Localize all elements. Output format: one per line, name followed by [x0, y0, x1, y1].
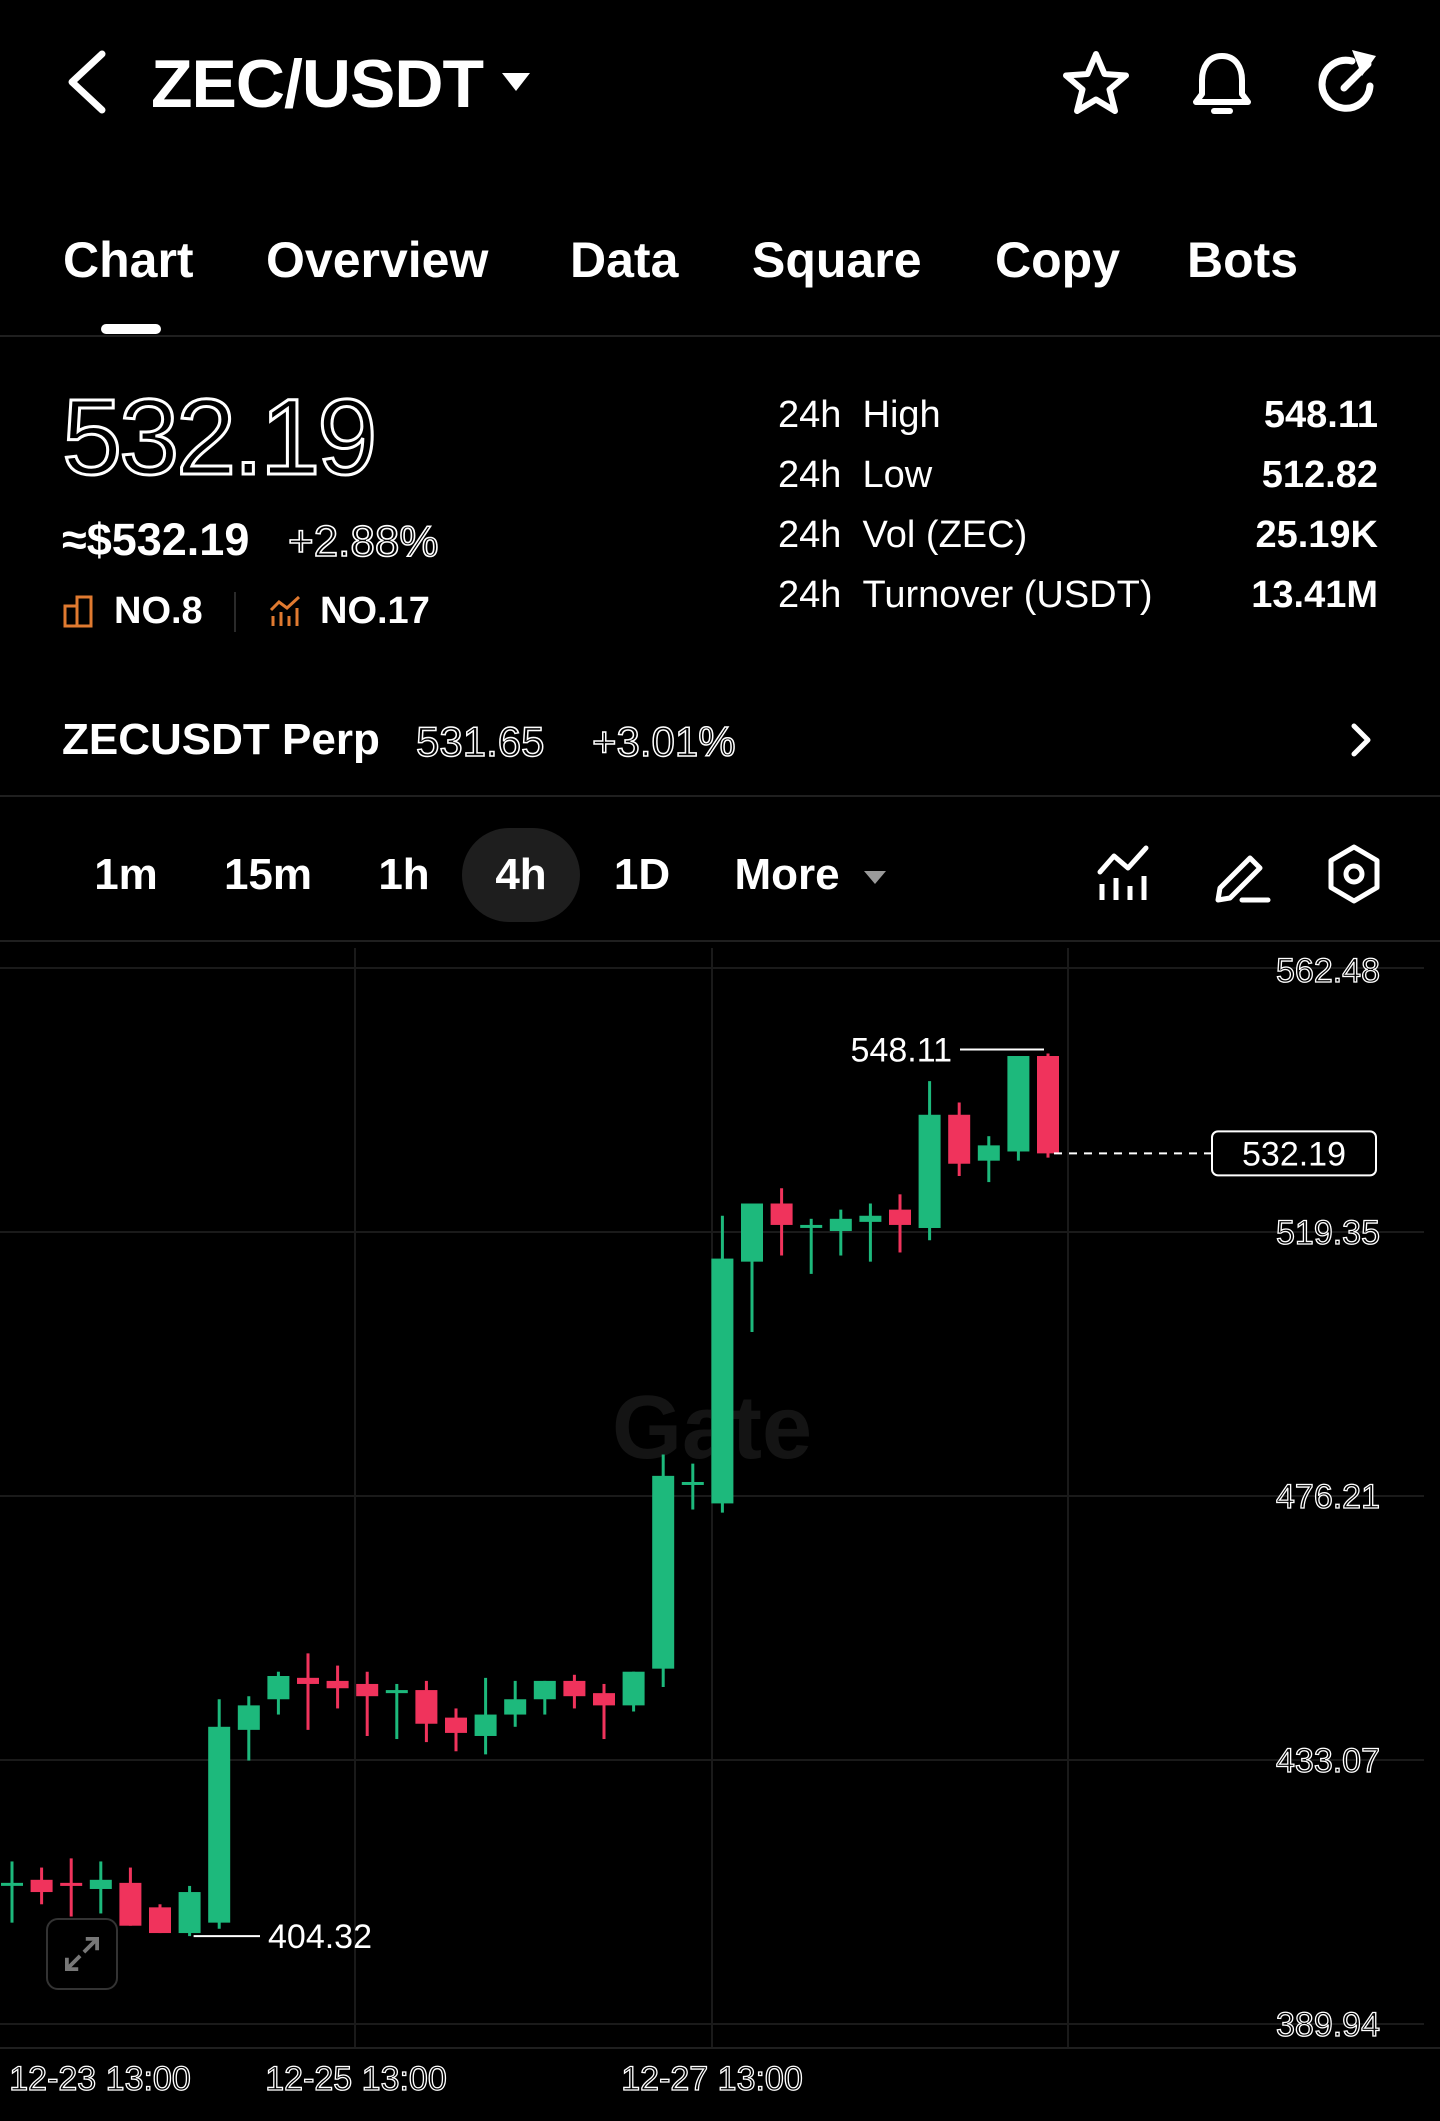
expand-icon[interactable] [46, 1918, 118, 1990]
stat-turnover-value: 13.41M [1251, 574, 1378, 616]
y-axis-tick-label: 562.48 [1276, 952, 1380, 990]
back-icon[interactable] [58, 46, 118, 118]
stat-volume-label: 24h Vol (ZEC) [778, 514, 1028, 556]
rank-divider [234, 592, 236, 632]
interval-1d[interactable]: 1D [592, 828, 692, 922]
y-axis-tick-label: 433.07 [1276, 1742, 1380, 1780]
candle-body [385, 1690, 408, 1694]
bell-icon[interactable] [1186, 48, 1258, 120]
interval-1m[interactable]: 1m [72, 828, 180, 922]
candle-body [977, 1145, 1000, 1161]
candle-body [622, 1671, 645, 1706]
perp-link-row[interactable]: ZECUSDT Perp 531.65 +3.01% [0, 690, 1440, 797]
chevron-down-icon[interactable] [862, 868, 888, 886]
candlestick-chart[interactable]: Gate548.11404.32532.19562.48519.35476.21… [0, 948, 1440, 2121]
candle-body [237, 1705, 260, 1730]
candle-body [1, 1882, 23, 1886]
interval-1h[interactable]: 1h [356, 828, 452, 922]
candle-body [297, 1677, 319, 1684]
interval-15m[interactable]: 15m [206, 828, 330, 922]
stat-high-value: 548.11 [1263, 394, 1378, 436]
draw-pencil-icon[interactable] [1210, 842, 1274, 906]
x-axis-tick-label: 12-27 13:00 [621, 2060, 803, 2098]
share-icon[interactable] [1312, 48, 1384, 120]
last-price-label: 532.19 [1242, 1135, 1346, 1173]
candle-body [800, 1224, 823, 1228]
high-marker-label: 548.11 [851, 1032, 952, 1070]
candle-body [948, 1114, 971, 1164]
low-marker-label: 404.32 [268, 1918, 372, 1956]
price-change-percent: +2.88% [287, 516, 439, 567]
star-icon[interactable] [1060, 48, 1132, 120]
stat-low-label: 24h Low [778, 454, 933, 496]
y-axis-tick-label: 519.35 [1276, 1214, 1380, 1252]
perp-name: ZECUSDT Perp [62, 715, 380, 764]
pair-title[interactable]: ZEC/USDT [151, 40, 484, 128]
candle-body [563, 1680, 586, 1697]
interval-4h[interactable]: 4h [462, 828, 580, 922]
candle-body [178, 1892, 201, 1934]
stat-volume-value: 25.19K [1255, 514, 1378, 556]
candle-body [267, 1675, 290, 1700]
usd-price: ≈$532.19 [62, 514, 250, 565]
stat-low-value: 512.82 [1261, 454, 1378, 496]
candle-body [533, 1680, 556, 1700]
top-bar: ZEC/USDT [0, 0, 1440, 170]
candle-body [445, 1717, 467, 1733]
stat-turnover-label: 24h Turnover (USDT) [778, 574, 1153, 616]
perp-change: +3.01% [591, 717, 736, 766]
candle-body [711, 1258, 734, 1504]
candle-body [119, 1882, 142, 1926]
tab-data[interactable]: Data [570, 220, 678, 300]
candle-body [326, 1680, 349, 1689]
candle-body [30, 1879, 53, 1893]
candle-body [60, 1882, 83, 1886]
candle-body [1007, 1056, 1030, 1152]
tab-square[interactable]: Square [752, 220, 922, 300]
candle-body [1037, 1056, 1059, 1154]
market-cap-rank[interactable]: NO.8 [114, 586, 203, 636]
chevron-right-icon[interactable] [1344, 720, 1378, 760]
candle-body [770, 1203, 793, 1225]
candle-body [918, 1114, 941, 1228]
candle-body [415, 1690, 438, 1724]
interval-toolbar: 1m 15m 1h 4h 1D More [0, 810, 1440, 942]
trend-icon [269, 595, 301, 626]
trend-rank[interactable]: NO.17 [320, 586, 430, 636]
settings-hexagon-icon[interactable] [1322, 842, 1386, 906]
candle-body [859, 1215, 882, 1222]
tab-chart[interactable]: Chart [63, 220, 194, 300]
tab-bots[interactable]: Bots [1187, 220, 1298, 300]
active-tab-indicator [101, 324, 161, 334]
last-price: 532.19 [60, 375, 378, 499]
y-axis-tick-label: 476.21 [1276, 1478, 1380, 1516]
tab-copy[interactable]: Copy [995, 220, 1120, 300]
y-axis-tick-label: 389.94 [1276, 2006, 1380, 2044]
candle-body [741, 1203, 763, 1262]
candle-body [593, 1693, 615, 1706]
x-axis-tick-label: 12-23 13:00 [9, 2060, 191, 2098]
candle-body [149, 1907, 171, 1934]
candle-body [652, 1475, 675, 1669]
candle-body [474, 1714, 497, 1736]
candle-body [829, 1218, 852, 1232]
bar-chart-icon [63, 595, 93, 628]
candle-body [89, 1879, 112, 1889]
main-tabs: Chart Overview Data Square Copy Bots [0, 220, 1440, 337]
x-axis-tick-label: 12-25 13:00 [265, 2060, 447, 2098]
indicator-icon[interactable] [1094, 842, 1158, 906]
interval-more[interactable]: More [722, 828, 852, 922]
candle-body [356, 1683, 379, 1697]
chevron-down-icon[interactable] [500, 70, 532, 94]
tab-overview[interactable]: Overview [266, 220, 488, 300]
candle-body [681, 1481, 704, 1485]
candle-body [208, 1726, 231, 1923]
stat-high-label: 24h High [778, 394, 941, 436]
perp-price: 531.65 [415, 717, 545, 766]
candle-body [889, 1209, 911, 1225]
candle-body [504, 1699, 527, 1715]
